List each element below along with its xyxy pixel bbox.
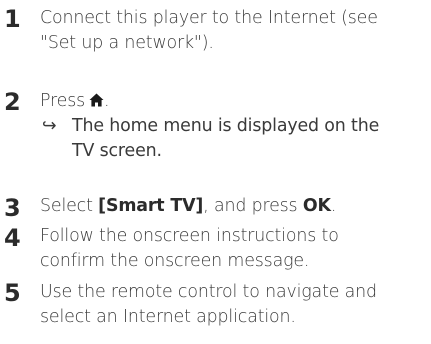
step-3-text: Select [Smart TV], and press OK.: [40, 194, 428, 219]
step-1-text: Connect this player to the Internet (see…: [40, 6, 428, 56]
step-2-number: 2: [4, 88, 21, 116]
step-3-number: 3: [4, 194, 21, 222]
step-2-press-label: Press: [40, 91, 86, 111]
instruction-page: 1 Connect this player to the Internet (s…: [0, 0, 431, 344]
step-5-line-2: select an Internet application.: [40, 307, 296, 327]
step-3-middle: , and press: [203, 196, 303, 216]
step-1-line-1: Connect this player to the Internet (see: [40, 8, 378, 28]
step-3-prefix: Select: [40, 196, 99, 216]
step-4-line-2: confirm the onscreen message.: [40, 251, 310, 271]
home-icon: [89, 90, 104, 115]
ok-button-label: OK: [302, 196, 331, 216]
step-1-line-2: "Set up a network").: [40, 33, 214, 53]
step-2-result-text: The home menu is displayed on the TV scr…: [72, 114, 428, 164]
step-2-period: .: [104, 91, 110, 111]
step-1-number: 1: [4, 5, 21, 33]
step-3-period: .: [330, 196, 337, 216]
step-2-result-line-1: The home menu is displayed on the: [72, 116, 380, 136]
smart-tv-option: [Smart TV]: [98, 196, 204, 216]
result-arrow-icon: ↪: [42, 116, 57, 136]
step-5-number: 5: [4, 279, 21, 307]
step-2-result-line-2: TV screen.: [72, 141, 162, 161]
step-2-text: Press.: [40, 89, 428, 115]
step-5-line-1: Use the remote control to navigate and: [40, 282, 377, 302]
step-4-line-1: Follow the onscreen instructions to: [40, 226, 339, 246]
step-5-text: Use the remote control to navigate and s…: [40, 280, 428, 330]
step-4-number: 4: [4, 224, 21, 252]
step-4-text: Follow the onscreen instructions to conf…: [40, 224, 428, 274]
